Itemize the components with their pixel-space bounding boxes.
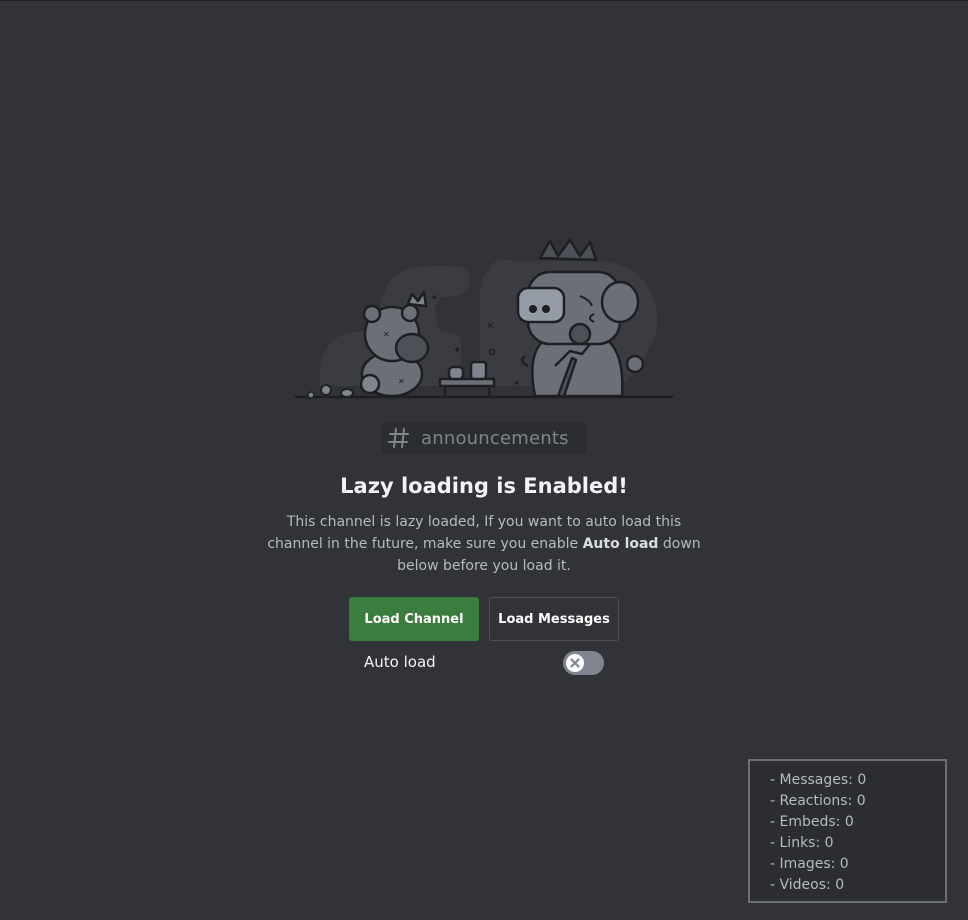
- x-icon: [570, 658, 580, 668]
- stat-links: - Links: 0: [770, 835, 834, 851]
- load-channel-button[interactable]: Load Channel: [349, 597, 479, 641]
- stat-embeds: - Embeds: 0: [770, 814, 854, 830]
- top-divider: [0, 0, 968, 1]
- auto-load-toggle[interactable]: [563, 651, 604, 675]
- toggle-knob: [566, 654, 584, 672]
- stat-messages: - Messages: 0: [770, 772, 867, 788]
- empty-channel-illustration: ✕ ✕ ✦ ✦ ✕ ✦: [294, 238, 674, 399]
- svg-text:✦: ✦: [453, 345, 461, 356]
- svg-text:✦: ✦: [513, 379, 521, 389]
- lazy-loading-description: This channel is lazy loaded, If you want…: [260, 511, 708, 577]
- stats-panel: - Messages: 0 - Reactions: 0 - Embeds: 0…: [748, 759, 947, 903]
- load-messages-button[interactable]: Load Messages: [489, 597, 619, 641]
- stat-reactions: - Reactions: 0: [770, 793, 866, 809]
- svg-text:✕: ✕: [383, 330, 390, 339]
- channel-name: announcements: [421, 427, 569, 449]
- stat-videos: - Videos: 0: [770, 877, 845, 893]
- lazy-loading-title: Lazy loading is Enabled!: [340, 474, 628, 498]
- channel-name-pill: announcements: [381, 422, 587, 454]
- description-bold-text: Auto load: [582, 536, 659, 552]
- svg-text:✦: ✦: [430, 293, 438, 304]
- stat-images: - Images: 0: [770, 856, 849, 872]
- svg-text:✕: ✕: [398, 377, 405, 386]
- auto-load-label: Auto load: [364, 653, 436, 671]
- hash-icon: [387, 426, 411, 450]
- svg-text:✕: ✕: [486, 321, 494, 332]
